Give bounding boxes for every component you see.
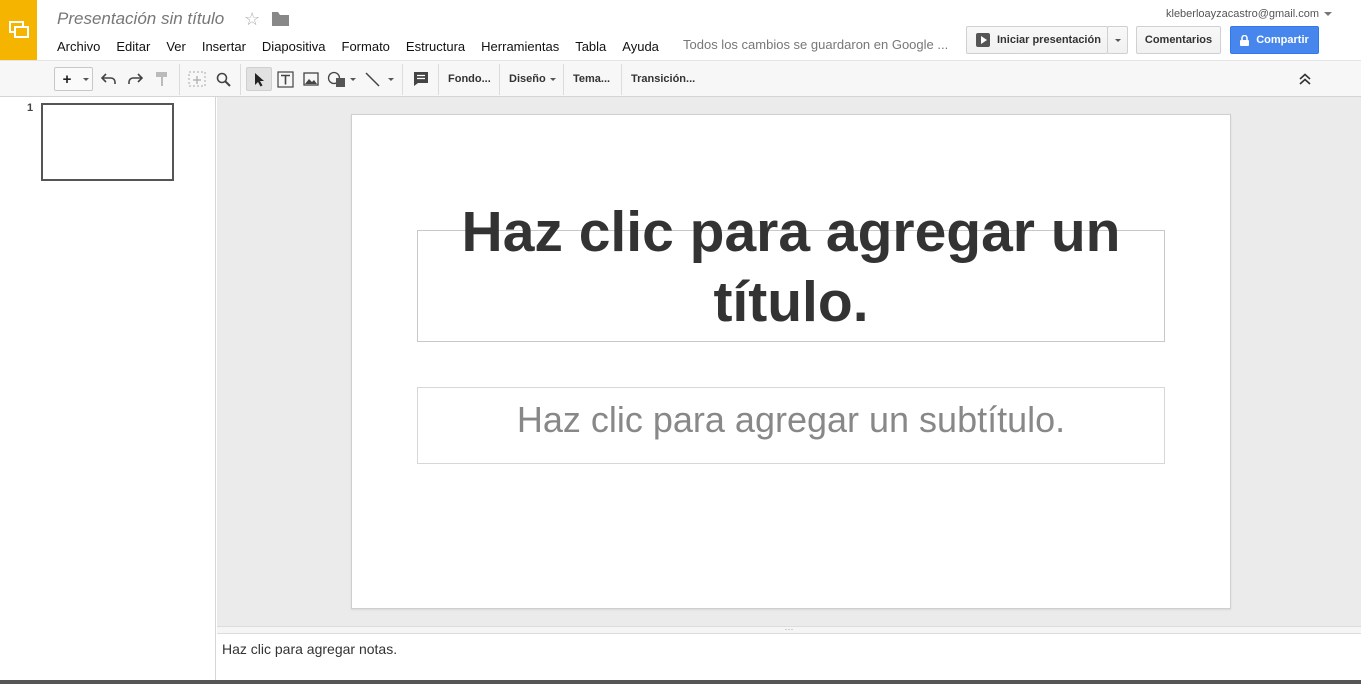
comment-icon[interactable] xyxy=(410,67,432,91)
speaker-notes-panel[interactable]: Haz clic para agregar notas. xyxy=(217,634,1361,680)
toolbar-divider xyxy=(240,64,241,95)
notes-resize-handle[interactable]: ··· xyxy=(217,625,1361,634)
slide-number: 1 xyxy=(27,102,34,114)
presentation-options-dropdown[interactable] xyxy=(1107,26,1128,54)
chevron-down-icon xyxy=(1114,38,1121,42)
menu-formato[interactable]: Formato xyxy=(342,39,390,54)
redo-icon[interactable] xyxy=(125,67,145,91)
menu-estructura[interactable]: Estructura xyxy=(406,39,465,54)
play-icon xyxy=(976,33,990,47)
slide-editor[interactable]: Haz clic para agregar un título. Haz cli… xyxy=(351,114,1231,609)
toolbar-divider xyxy=(179,64,180,95)
toolbar: + Fondo... Diseño Tema... Transición... xyxy=(0,60,1361,97)
os-taskbar xyxy=(0,680,1361,684)
image-icon[interactable] xyxy=(301,67,321,91)
lock-icon xyxy=(1240,34,1250,46)
star-icon[interactable]: ☆ xyxy=(244,9,260,29)
share-label: Compartir xyxy=(1256,34,1309,46)
notes-placeholder[interactable]: Haz clic para agregar notas. xyxy=(222,641,397,657)
toolbar-divider xyxy=(621,64,622,95)
transition-button[interactable]: Transición... xyxy=(631,67,695,91)
chevron-down-icon xyxy=(549,77,556,81)
menu-herramientas[interactable]: Herramientas xyxy=(481,39,559,54)
chevron-down-icon xyxy=(82,77,89,81)
select-pointer-icon[interactable] xyxy=(246,67,272,91)
line-dropdown-chevron-down-icon[interactable] xyxy=(386,67,396,91)
collapse-chevron-up-icon[interactable] xyxy=(1294,67,1316,91)
text-box-icon[interactable] xyxy=(275,67,295,91)
slide-filmstrip: 1 xyxy=(0,97,216,680)
subtitle-placeholder-text[interactable]: Haz clic para agregar un subtítulo. xyxy=(417,398,1165,442)
start-presentation-label: Iniciar presentación xyxy=(997,34,1101,46)
theme-button[interactable]: Tema... xyxy=(573,67,610,91)
background-button[interactable]: Fondo... xyxy=(448,67,491,91)
new-slide-button[interactable]: + xyxy=(54,67,80,91)
menu-editar[interactable]: Editar xyxy=(116,39,150,54)
toolbar-divider xyxy=(499,64,500,95)
menu-bar: Archivo Editar Ver Insertar Diapositiva … xyxy=(57,37,675,55)
slide-thumbnail[interactable] xyxy=(41,103,174,181)
title-placeholder-text[interactable]: Haz clic para agregar un título. xyxy=(417,197,1165,337)
slides-logo-icon[interactable] xyxy=(0,0,37,60)
layout-label: Diseño xyxy=(509,73,546,85)
save-status[interactable]: Todos los cambios se guardaron en Google… xyxy=(683,37,948,52)
undo-icon[interactable] xyxy=(99,67,119,91)
paint-format-icon[interactable] xyxy=(152,67,172,91)
comments-button[interactable]: Comentarios xyxy=(1136,26,1221,54)
layout-button[interactable]: Diseño xyxy=(509,67,556,91)
menu-tabla[interactable]: Tabla xyxy=(575,39,606,54)
account-email[interactable]: kleberloayzacastro@gmail.com xyxy=(1166,8,1319,20)
toolbar-divider xyxy=(438,64,439,95)
slide-canvas-area: Haz clic para agregar un título. Haz cli… xyxy=(217,97,1361,626)
menu-ver[interactable]: Ver xyxy=(166,39,186,54)
account-chevron-down-icon[interactable] xyxy=(1324,12,1332,16)
app-header: Presentación sin título ☆ Archivo Editar… xyxy=(0,0,1361,61)
zoom-icon[interactable] xyxy=(213,67,233,91)
start-presentation-button[interactable]: Iniciar presentación xyxy=(966,26,1108,54)
toolbar-divider xyxy=(402,64,403,95)
line-icon[interactable] xyxy=(362,67,382,91)
folder-icon[interactable] xyxy=(272,12,289,31)
menu-ayuda[interactable]: Ayuda xyxy=(622,39,659,54)
toolbar-divider xyxy=(563,64,564,95)
select-region-icon[interactable] xyxy=(186,67,208,91)
share-button[interactable]: Compartir xyxy=(1230,26,1319,54)
menu-insertar[interactable]: Insertar xyxy=(202,39,246,54)
menu-diapositiva[interactable]: Diapositiva xyxy=(262,39,326,54)
menu-archivo[interactable]: Archivo xyxy=(57,39,100,54)
new-slide-layout-dropdown[interactable] xyxy=(79,67,93,91)
shape-icon[interactable] xyxy=(326,67,346,91)
shape-dropdown-chevron-down-icon[interactable] xyxy=(348,67,358,91)
document-title[interactable]: Presentación sin título xyxy=(57,9,224,29)
